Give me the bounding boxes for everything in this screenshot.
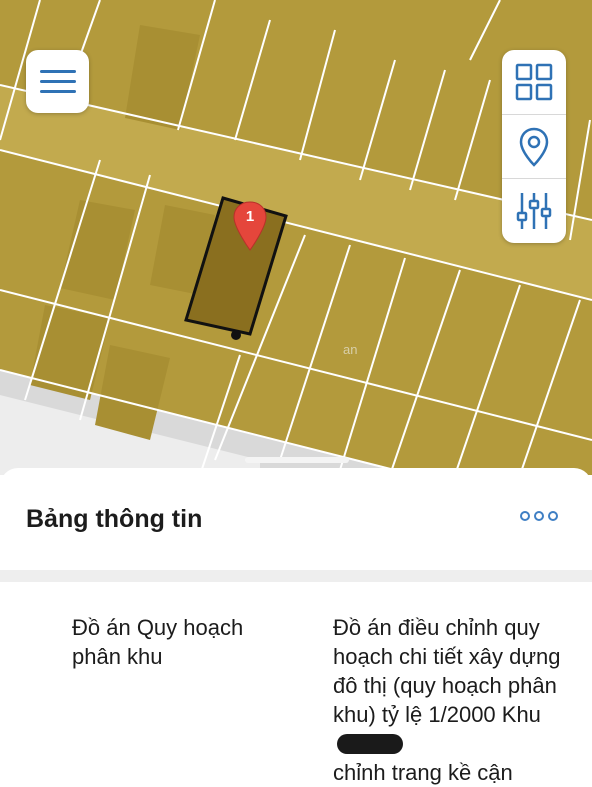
parcel-corner [231, 330, 241, 340]
layers-button[interactable] [502, 50, 566, 114]
more-options-button[interactable] [520, 511, 558, 521]
row-value-text: Đồ án điều chỉnh quy hoạch chi tiết xây … [333, 615, 561, 727]
filter-button[interactable] [502, 178, 566, 243]
location-button[interactable] [502, 114, 566, 179]
row-value-text-cont: chỉnh trang kề cận [333, 760, 513, 785]
row-value: Đồ án điều chỉnh quy hoạch chi tiết xây … [333, 613, 583, 787]
panel-divider [0, 570, 592, 582]
location-pin-icon [519, 127, 549, 167]
more-dot [548, 511, 558, 521]
more-dots-icon [520, 511, 530, 521]
more-dot [534, 511, 544, 521]
map-toolbar [502, 50, 566, 243]
parcel-marker-label: 1 [246, 208, 254, 225]
watermark: an [343, 342, 357, 357]
panel-title: Bảng thông tin [26, 505, 203, 533]
menu-button[interactable] [26, 50, 89, 113]
sliders-icon [516, 193, 552, 229]
row-label: Đồ án Quy hoạch phân khu [72, 615, 244, 669]
drag-handle[interactable] [245, 457, 349, 463]
redaction-mark [337, 734, 403, 754]
grid-icon [515, 63, 553, 101]
